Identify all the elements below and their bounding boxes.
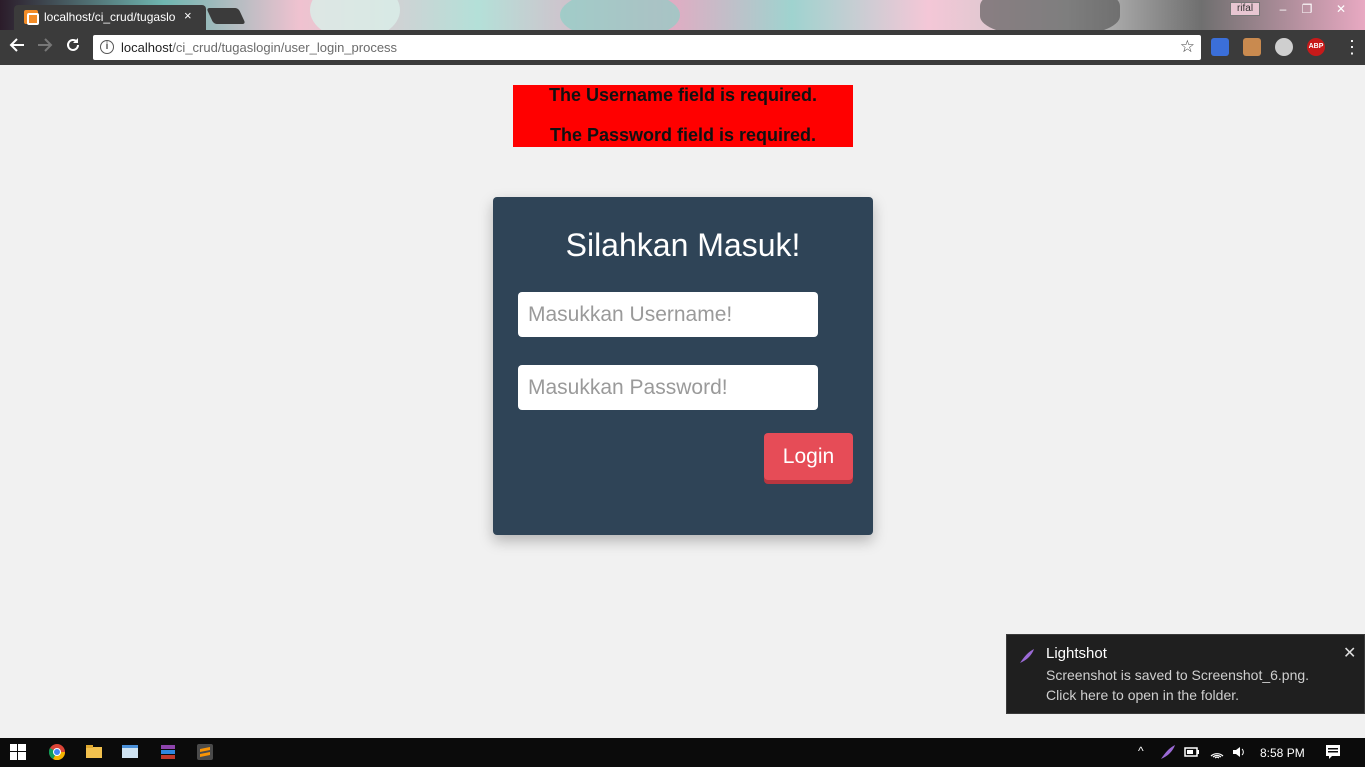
forward-arrow-icon[interactable] bbox=[34, 36, 56, 58]
notification-line-2: Click here to open in the folder. bbox=[1046, 687, 1240, 703]
url-path: /ci_crud/tugaslogin/user_login_process bbox=[172, 40, 398, 55]
action-center-icon[interactable] bbox=[1325, 744, 1341, 760]
new-tab-button[interactable] bbox=[206, 8, 246, 24]
browser-tab-active[interactable]: localhost/ci_crud/tugaslo × bbox=[14, 5, 206, 30]
login-form-card: Silahkan Masuk! Login bbox=[493, 197, 873, 535]
winrar-icon[interactable] bbox=[160, 744, 176, 760]
password-input[interactable] bbox=[518, 365, 818, 410]
tab-title: localhost/ci_crud/tugaslo bbox=[44, 10, 176, 24]
adblock-plus-icon[interactable]: ABP bbox=[1307, 38, 1325, 56]
feather-icon bbox=[1020, 649, 1034, 663]
tab-close-icon[interactable]: × bbox=[184, 8, 192, 23]
profile-badge[interactable]: rifal bbox=[1230, 2, 1260, 16]
url-text: localhost/ci_crud/tugaslogin/user_login_… bbox=[121, 40, 397, 55]
lightshot-tray-icon[interactable] bbox=[1160, 744, 1176, 760]
file-explorer-icon[interactable] bbox=[86, 744, 102, 760]
windows-taskbar: ^ 8:58 PM bbox=[0, 738, 1365, 767]
show-hidden-icons-chevron-icon[interactable]: ^ bbox=[1138, 744, 1144, 758]
site-info-icon[interactable]: i bbox=[100, 40, 114, 54]
notification-line-1: Screenshot is saved to Screenshot_6.png. bbox=[1046, 667, 1310, 683]
close-window-button[interactable]: ✕ bbox=[1326, 0, 1356, 18]
xampp-favicon-icon bbox=[24, 10, 38, 24]
password-error-message: The Password field is required. bbox=[549, 125, 817, 145]
volume-icon[interactable] bbox=[1231, 744, 1247, 760]
notification-body: Screenshot is saved to Screenshot_6.png.… bbox=[1046, 665, 1346, 705]
address-bar[interactable]: i localhost/ci_crud/tugaslogin/user_logi… bbox=[93, 35, 1201, 60]
login-title-text: Silahkan Masuk! bbox=[565, 227, 801, 263]
login-title: Silahkan Masuk! bbox=[493, 227, 873, 264]
cloud-extension-icon[interactable] bbox=[1275, 38, 1293, 56]
lightshot-notification[interactable]: Lightshot Screenshot is saved to Screens… bbox=[1006, 634, 1365, 714]
browser-title-bar: localhost/ci_crud/tugaslo × rifal – ❐ ✕ bbox=[0, 0, 1365, 30]
url-host: localhost bbox=[121, 40, 173, 55]
back-arrow-icon[interactable] bbox=[6, 36, 28, 58]
instagram-extension-icon[interactable] bbox=[1243, 38, 1261, 56]
chrome-taskbar-icon[interactable] bbox=[49, 744, 65, 760]
username-error-message: The Username field is required. bbox=[548, 85, 818, 105]
battery-icon[interactable] bbox=[1184, 744, 1200, 760]
bookmark-star-icon[interactable]: ☆ bbox=[1180, 37, 1195, 57]
windows-start-icon[interactable] bbox=[10, 744, 26, 760]
notification-close-icon[interactable]: ✕ bbox=[1343, 643, 1356, 663]
taskbar-clock[interactable]: 8:58 PM bbox=[1260, 746, 1305, 760]
validation-error-box: The Username field is required. The Pass… bbox=[513, 85, 853, 147]
browser-menu-icon[interactable]: ⋮ bbox=[1343, 36, 1361, 58]
app-window-icon[interactable] bbox=[122, 744, 138, 760]
wallpaper-shape bbox=[560, 0, 680, 30]
wallpaper-shape bbox=[310, 0, 400, 30]
notification-title: Lightshot bbox=[1046, 645, 1107, 662]
sublime-text-icon[interactable] bbox=[197, 744, 213, 760]
wifi-icon[interactable] bbox=[1209, 744, 1225, 760]
login-button[interactable]: Login bbox=[764, 433, 853, 480]
wallpaper-shape bbox=[980, 0, 1120, 30]
username-input[interactable] bbox=[518, 292, 818, 337]
reload-icon[interactable] bbox=[62, 36, 84, 58]
restore-button[interactable]: ❐ bbox=[1292, 0, 1322, 18]
google-translate-extension-icon[interactable] bbox=[1211, 38, 1229, 56]
browser-toolbar: i localhost/ci_crud/tugaslogin/user_logi… bbox=[0, 30, 1365, 65]
